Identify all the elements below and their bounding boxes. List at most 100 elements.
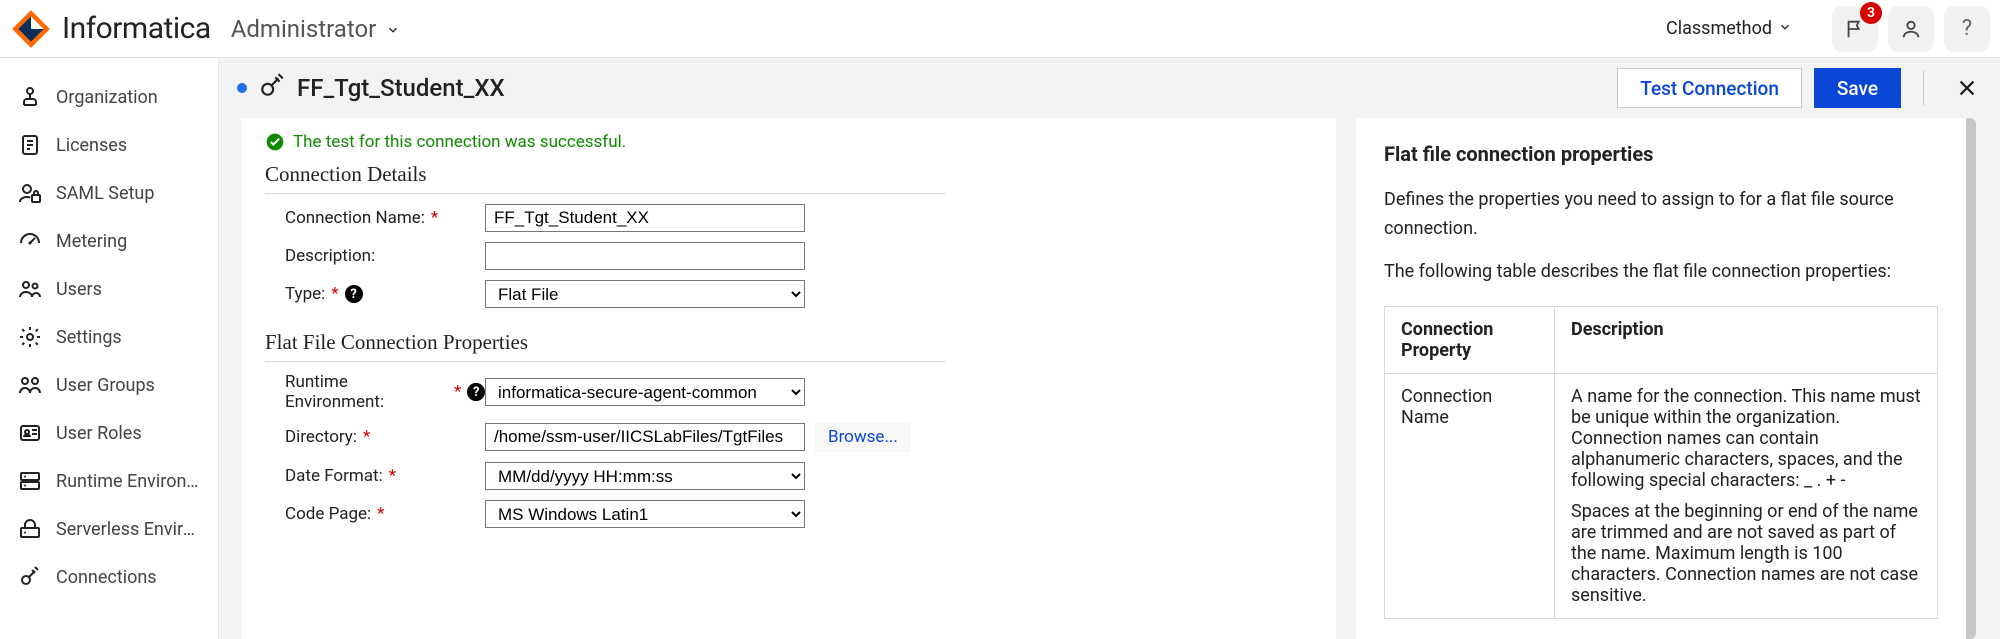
user-menu-button[interactable] bbox=[1888, 6, 1934, 52]
section-flatfile-props: Flat File Connection Properties bbox=[265, 330, 1312, 355]
sidebar-item-label: User Roles bbox=[56, 423, 142, 444]
main-layout: Organization Licenses SAML Setup Meterin… bbox=[0, 58, 2000, 639]
sidebar-item-metering[interactable]: Metering bbox=[0, 217, 218, 265]
label-date-format: Date Format:* bbox=[265, 466, 485, 486]
cell-property: Connection Name bbox=[1385, 374, 1555, 619]
gauge-icon bbox=[18, 229, 42, 253]
chevron-down-icon bbox=[386, 15, 400, 43]
label-type: Type:* ? bbox=[265, 284, 485, 304]
plug-icon bbox=[18, 565, 42, 589]
save-button[interactable]: Save bbox=[1814, 68, 1901, 108]
th-description: Description bbox=[1555, 307, 1938, 374]
app-switcher[interactable]: Administrator bbox=[231, 15, 401, 43]
users-icon bbox=[18, 277, 42, 301]
row-type: Type:* ? Flat File bbox=[265, 280, 1312, 308]
cell-description: A name for the connection. This name mus… bbox=[1555, 374, 1938, 619]
server-icon bbox=[18, 469, 42, 493]
sidebar-item-label: Users bbox=[56, 279, 102, 300]
row-description: Description: bbox=[265, 242, 1312, 270]
sidebar-item-label: SAML Setup bbox=[56, 183, 154, 204]
test-connection-button[interactable]: Test Connection bbox=[1617, 68, 1802, 108]
workspace: FF_Tgt_Student_XX Test Connection Save T… bbox=[218, 58, 2000, 639]
user-icon bbox=[1900, 18, 1922, 40]
notification-badge: 3 bbox=[1860, 2, 1882, 24]
help-paragraph: The following table describes the flat f… bbox=[1384, 258, 1938, 287]
page-bar-left: FF_Tgt_Student_XX bbox=[237, 73, 505, 104]
label-description: Description: bbox=[265, 246, 485, 266]
sidebar-item-runtime-env[interactable]: Runtime Environ… bbox=[0, 457, 218, 505]
sidebar: Organization Licenses SAML Setup Meterin… bbox=[0, 58, 218, 639]
row-date-format: Date Format:* MM/dd/yyyy HH:mm:ss bbox=[265, 462, 1312, 490]
app-name: Administrator bbox=[231, 15, 377, 43]
help-icon[interactable]: ? bbox=[345, 285, 363, 303]
check-circle-icon bbox=[265, 132, 285, 152]
document-icon bbox=[18, 133, 42, 157]
group-icon bbox=[18, 373, 42, 397]
help-paragraph: Defines the properties you need to assig… bbox=[1384, 186, 1938, 244]
sidebar-item-organization[interactable]: Organization bbox=[0, 73, 218, 121]
sidebar-item-users[interactable]: Users bbox=[0, 265, 218, 313]
select-runtime-env[interactable]: informatica-secure-agent-common bbox=[485, 378, 805, 406]
sidebar-item-user-groups[interactable]: User Groups bbox=[0, 361, 218, 409]
row-runtime-env: Runtime Environment:* ? informatica-secu… bbox=[265, 372, 1312, 412]
help-button[interactable]: ? bbox=[1944, 6, 1990, 52]
question-icon: ? bbox=[1962, 16, 1972, 41]
sidebar-item-saml[interactable]: SAML Setup bbox=[0, 169, 218, 217]
close-button[interactable] bbox=[1952, 73, 1982, 103]
help-icon[interactable]: ? bbox=[467, 383, 485, 401]
input-connection-name[interactable] bbox=[485, 204, 805, 232]
sidebar-item-label: Connections bbox=[56, 567, 157, 588]
select-code-page[interactable]: MS Windows Latin1 bbox=[485, 500, 805, 528]
desc-para: Spaces at the beginning or end of the na… bbox=[1571, 501, 1921, 606]
desc-para: A name for the connection. This name mus… bbox=[1571, 386, 1921, 491]
sidebar-item-serverless-env[interactable]: Serverless Enviro… bbox=[0, 505, 218, 553]
notifications-button[interactable]: 3 bbox=[1832, 6, 1878, 52]
sidebar-item-settings[interactable]: Settings bbox=[0, 313, 218, 361]
label-connection-name: Connection Name:* bbox=[265, 208, 485, 228]
brand-name: Informatica bbox=[62, 11, 211, 46]
section-connection-details: Connection Details bbox=[265, 162, 1312, 187]
lock-user-icon bbox=[18, 181, 42, 205]
success-banner: The test for this connection was success… bbox=[265, 132, 1312, 152]
input-description[interactable] bbox=[485, 242, 805, 270]
table-row: Connection Name A name for the connectio… bbox=[1385, 374, 1938, 619]
th-property: Connection Property bbox=[1385, 307, 1555, 374]
divider bbox=[265, 193, 945, 194]
select-date-format[interactable]: MM/dd/yyyy HH:mm:ss bbox=[485, 462, 805, 490]
divider bbox=[1923, 71, 1924, 105]
gear-icon bbox=[18, 325, 42, 349]
row-connection-name: Connection Name:* bbox=[265, 204, 1312, 232]
sidebar-item-label: Metering bbox=[56, 231, 127, 252]
topbar: Informatica Administrator Classmethod 3 … bbox=[0, 0, 2000, 58]
sidebar-item-connections[interactable]: Connections bbox=[0, 553, 218, 601]
sidebar-item-label: Settings bbox=[56, 327, 122, 348]
sidebar-item-label: Organization bbox=[56, 87, 158, 108]
sidebar-item-label: Serverless Enviro… bbox=[56, 519, 200, 540]
divider bbox=[265, 361, 945, 362]
input-directory[interactable] bbox=[485, 423, 805, 451]
row-code-page: Code Page:* MS Windows Latin1 bbox=[265, 500, 1312, 528]
row-directory: Directory:* Browse... bbox=[265, 422, 1312, 452]
label-runtime-env: Runtime Environment:* ? bbox=[265, 372, 485, 412]
sidebar-item-user-roles[interactable]: User Roles bbox=[0, 409, 218, 457]
properties-table: Connection Property Description Connecti… bbox=[1384, 306, 1938, 619]
unsaved-indicator bbox=[237, 83, 247, 93]
form-panel: The test for this connection was success… bbox=[241, 118, 1336, 639]
org-picker[interactable]: Classmethod bbox=[1666, 18, 1792, 39]
page-title: FF_Tgt_Student_XX bbox=[297, 74, 505, 102]
org-name: Classmethod bbox=[1666, 18, 1772, 39]
connection-icon bbox=[259, 73, 285, 104]
help-panel: Flat file connection properties Defines … bbox=[1356, 118, 1976, 639]
sidebar-item-label: User Groups bbox=[56, 375, 155, 396]
id-card-icon bbox=[18, 421, 42, 445]
select-type[interactable]: Flat File bbox=[485, 280, 805, 308]
close-icon bbox=[1956, 77, 1978, 99]
page-bar-right: Test Connection Save bbox=[1617, 68, 1982, 108]
label-code-page: Code Page:* bbox=[265, 504, 485, 524]
browse-button[interactable]: Browse... bbox=[815, 422, 911, 452]
content-row: The test for this connection was success… bbox=[219, 118, 2000, 639]
sidebar-item-licenses[interactable]: Licenses bbox=[0, 121, 218, 169]
topbar-right: Classmethod 3 ? bbox=[1666, 6, 1990, 52]
label-directory: Directory:* bbox=[265, 427, 485, 447]
page-bar: FF_Tgt_Student_XX Test Connection Save bbox=[219, 58, 2000, 118]
